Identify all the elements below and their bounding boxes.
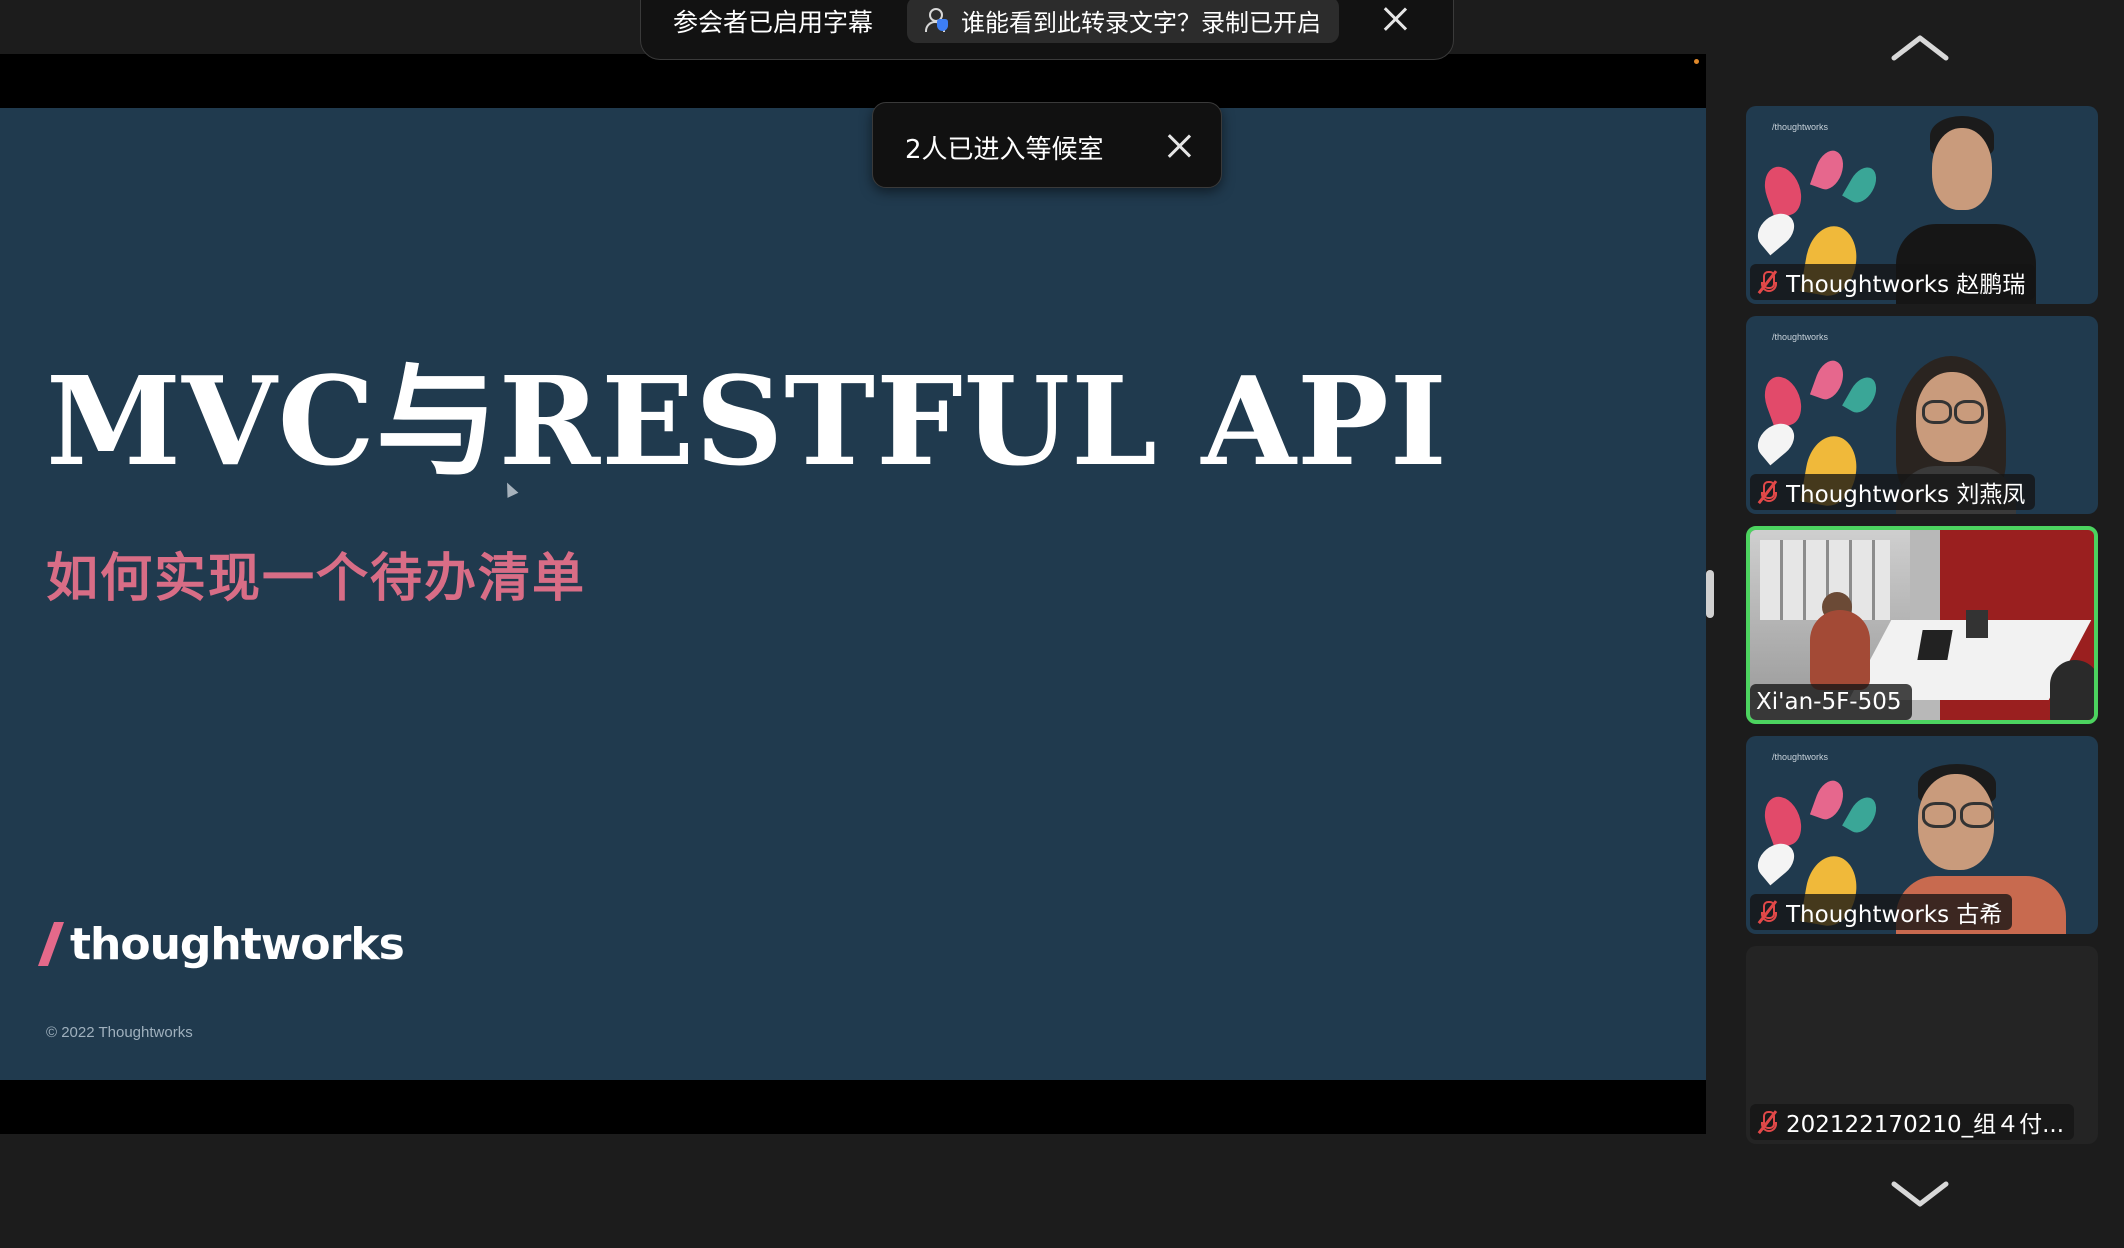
chevron-down-icon[interactable]	[1890, 1180, 1950, 1210]
decor-leaf	[1842, 162, 1882, 208]
background-logo: /thoughtworks	[1772, 122, 1829, 132]
decor-leaf	[1809, 776, 1849, 824]
decor-leaf	[1758, 161, 1808, 221]
decor-leaf	[1809, 146, 1849, 194]
decor-leaf	[1809, 356, 1849, 404]
participant-name-tag: Thoughtworks 古希	[1750, 894, 2013, 930]
mic-muted-icon	[1756, 269, 1778, 295]
participant-tile-active-speaker[interactable]: Xi'an-5F-505	[1746, 526, 2098, 724]
caption-status-text: 参会者已启用字幕	[673, 8, 874, 37]
participant-tile[interactable]: /thoughtworks Thoughtworks 古希	[1746, 736, 2098, 934]
mic-muted-icon	[1756, 899, 1778, 925]
participant-name: Xi'an-5F-505	[1756, 689, 1902, 715]
participant-name: Thoughtworks 赵鹏瑞	[1786, 272, 2026, 298]
participant-name-tag: Thoughtworks 刘燕凤	[1750, 474, 2036, 510]
decor-leaf	[1751, 416, 1801, 466]
decor-leaf	[1751, 836, 1801, 886]
decor-leaf	[1842, 792, 1882, 838]
letterbox-bottom	[0, 1080, 1706, 1134]
close-icon[interactable]	[1381, 5, 1409, 33]
decor-leaf	[1751, 206, 1801, 256]
person-shield-icon	[923, 7, 949, 33]
slide-title: MVC与RESTFUL API	[46, 349, 1448, 493]
background-logo: /thoughtworks	[1772, 752, 1829, 762]
participant-tile[interactable]: /thoughtworks Thoughtworks 刘燕凤	[1746, 316, 2098, 514]
participant-name: 202122170210_组４付...	[1786, 1112, 2065, 1138]
participant-name: Thoughtworks 古希	[1786, 902, 2003, 928]
participant-tile[interactable]: /thoughtworks Thoughtworks 赵鹏瑞	[1746, 106, 2098, 304]
transcript-notice-button[interactable]: 谁能看到此转录文字？录制已开启	[907, 0, 1339, 43]
presentation-slide: MVC与RESTFUL API 如何实现一个待办清单 thoughtworks …	[0, 108, 1706, 1080]
logo-wordmark: thoughtworks	[70, 918, 405, 970]
participant-name-tag: 202122170210_组４付...	[1750, 1104, 2075, 1140]
caption-banner: 参会者已启用字幕 谁能看到此转录文字？录制已开启	[640, 0, 1454, 60]
participant-name-tag: Xi'an-5F-505	[1750, 684, 1912, 720]
decor-leaf	[1758, 791, 1808, 851]
panel-resize-handle[interactable]	[1706, 570, 1714, 618]
recording-indicator-dot	[1694, 59, 1699, 64]
waiting-room-message: 2人已进入等候室	[905, 135, 1104, 165]
participant-name: Thoughtworks 刘燕凤	[1786, 482, 2026, 508]
background-logo: /thoughtworks	[1772, 332, 1829, 342]
logo-slash-icon	[37, 922, 65, 966]
letterbox-top	[0, 54, 1706, 108]
slide-subtitle: 如何实现一个待办清单	[46, 549, 587, 609]
meeting-window: MVC与RESTFUL API 如何实现一个待办清单 thoughtworks …	[0, 0, 2124, 1248]
thoughtworks-logo: thoughtworks	[37, 914, 405, 974]
decor-leaf	[1758, 371, 1808, 431]
mic-muted-icon	[1756, 1109, 1778, 1135]
participant-tile-video-off[interactable]: 202122170210_组４付...	[1746, 946, 2098, 1144]
chevron-up-icon[interactable]	[1890, 32, 1950, 62]
slide-copyright: © 2022 Thoughtworks	[46, 1024, 193, 1041]
shared-screen-stage: MVC与RESTFUL API 如何实现一个待办清单 thoughtworks …	[0, 0, 1706, 1248]
transcript-notice-label: 谁能看到此转录文字？录制已开启	[961, 8, 1321, 37]
mic-muted-icon	[1756, 479, 1778, 505]
close-icon[interactable]	[1165, 132, 1193, 160]
waiting-room-toast[interactable]: 2人已进入等候室	[872, 102, 1222, 188]
participant-name-tag: Thoughtworks 赵鹏瑞	[1750, 264, 2036, 300]
